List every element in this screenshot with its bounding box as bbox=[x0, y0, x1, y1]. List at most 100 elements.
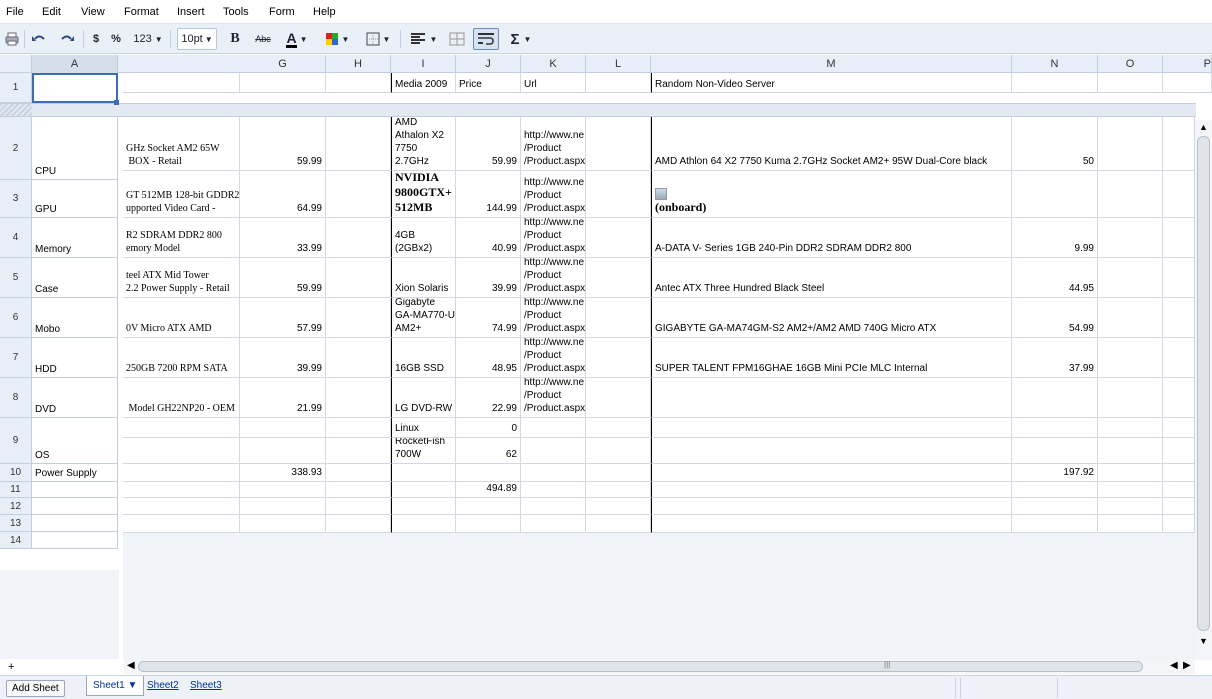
cell-l-row2[interactable] bbox=[586, 117, 651, 171]
functions-dropdown[interactable]: Σ ▼ bbox=[506, 28, 536, 50]
cell-p-row12[interactable] bbox=[1163, 482, 1195, 498]
row-header-6[interactable]: 6 bbox=[0, 298, 32, 338]
cell-m-row11[interactable] bbox=[651, 464, 1012, 482]
cell-f-row8[interactable]: Model GH22NP20 - OEM bbox=[123, 378, 240, 418]
cell-l-row5[interactable] bbox=[586, 258, 651, 298]
cell-o-row8[interactable] bbox=[1098, 378, 1163, 418]
cell-m-row12[interactable] bbox=[651, 482, 1012, 498]
cell-j-row11[interactable] bbox=[456, 464, 521, 482]
cell-o-row3[interactable] bbox=[1098, 171, 1163, 218]
redo-icon[interactable] bbox=[57, 28, 77, 50]
cell-j-row5[interactable]: 39.99 bbox=[456, 258, 521, 298]
menu-view[interactable]: View bbox=[81, 6, 105, 18]
column-header-n[interactable]: N bbox=[1012, 55, 1098, 73]
cell-k-row12[interactable] bbox=[521, 482, 586, 498]
cell-l-row11[interactable] bbox=[586, 464, 651, 482]
cell-g-row12[interactable] bbox=[240, 482, 326, 498]
column-header-k[interactable]: K bbox=[521, 55, 586, 73]
column-header-j[interactable]: J bbox=[456, 55, 521, 73]
cell-m-row13[interactable] bbox=[651, 498, 1012, 515]
cell-j-row12[interactable]: 494.89 bbox=[456, 482, 521, 498]
cell-l-row4[interactable] bbox=[586, 218, 651, 258]
cell-m-row2[interactable]: AMD Athlon 64 X2 7750 Kuma 2.7GHz Socket… bbox=[651, 117, 1012, 171]
cell-h-row7[interactable] bbox=[326, 338, 391, 378]
cell-n-row5[interactable]: 44.95 bbox=[1012, 258, 1098, 298]
row-header-13[interactable]: 13 bbox=[0, 515, 32, 532]
cell-k-row3[interactable]: http://www.ne /Product /Product.aspx bbox=[521, 171, 586, 218]
cell-n-row13[interactable] bbox=[1012, 498, 1098, 515]
cell-g-row14[interactable] bbox=[240, 515, 326, 533]
cell-p-row4[interactable] bbox=[1163, 218, 1195, 258]
scroll-left-icon[interactable]: ◀ bbox=[127, 660, 135, 671]
cell-i-row12[interactable] bbox=[391, 482, 456, 498]
cell-f-row13[interactable] bbox=[123, 498, 240, 515]
cell-k1[interactable]: Url bbox=[521, 73, 586, 93]
print-icon[interactable] bbox=[3, 28, 21, 50]
column-header-p[interactable]: P bbox=[1163, 55, 1212, 73]
cell-k-row11[interactable] bbox=[521, 464, 586, 482]
cell-f-row10[interactable] bbox=[123, 438, 240, 464]
cell-j-row9[interactable]: 0 bbox=[456, 418, 521, 438]
column-header-a[interactable]: A bbox=[32, 55, 118, 73]
cell-i-row13[interactable] bbox=[391, 498, 456, 515]
cell-h-row6[interactable] bbox=[326, 298, 391, 338]
cell-i1[interactable]: Media 2009 bbox=[391, 73, 456, 93]
cell-j-row8[interactable]: 22.99 bbox=[456, 378, 521, 418]
cell-a6[interactable]: Mobo bbox=[32, 298, 118, 338]
row-header-12[interactable]: 12 bbox=[0, 498, 32, 515]
cell-l-row14[interactable] bbox=[586, 515, 651, 533]
strikethrough-button[interactable]: Abc bbox=[252, 28, 274, 50]
cell-h-row14[interactable] bbox=[326, 515, 391, 533]
cell-p1[interactable] bbox=[1163, 73, 1212, 93]
cell-j-row6[interactable]: 74.99 bbox=[456, 298, 521, 338]
cell-f-row11[interactable] bbox=[123, 464, 240, 482]
column-header-l[interactable]: L bbox=[586, 55, 651, 73]
cell-f-row2[interactable]: GHz Socket AM2 65W BOX - Retail bbox=[123, 117, 240, 171]
cell-f-row9[interactable] bbox=[123, 418, 240, 438]
cell-p-row10[interactable] bbox=[1163, 438, 1195, 464]
cell-i-row2[interactable]: AMD Athalon X2 7750 2.7GHz bbox=[391, 117, 456, 171]
row-header-8[interactable]: 8 bbox=[0, 378, 32, 418]
row-header-4[interactable]: 4 bbox=[0, 218, 32, 258]
cell-h-row4[interactable] bbox=[326, 218, 391, 258]
cell-k-row14[interactable] bbox=[521, 515, 586, 533]
cell-g-row3[interactable]: 64.99 bbox=[240, 171, 326, 218]
cell-p-row3[interactable] bbox=[1163, 171, 1195, 218]
row-header-9[interactable]: 9 bbox=[0, 418, 32, 464]
cell-n-row10[interactable] bbox=[1012, 438, 1098, 464]
cell-o-row14[interactable] bbox=[1098, 515, 1163, 533]
number-format-dropdown[interactable]: 123 ▼ bbox=[131, 28, 165, 50]
add-row-button[interactable]: + bbox=[8, 661, 14, 673]
cell-g-row7[interactable]: 39.99 bbox=[240, 338, 326, 378]
cell-f-row5[interactable]: teel ATX Mid Tower 2.2 Power Supply - Re… bbox=[123, 258, 240, 298]
font-color-dropdown[interactable]: A ▼ bbox=[282, 28, 312, 50]
cell-p-row9[interactable] bbox=[1163, 418, 1195, 438]
cell-f-row12[interactable] bbox=[123, 482, 240, 498]
cell-l-row6[interactable] bbox=[586, 298, 651, 338]
column-header-o[interactable]: O bbox=[1098, 55, 1163, 73]
cell-f1[interactable] bbox=[123, 73, 240, 93]
cell-f-row4[interactable]: R2 SDRAM DDR2 800 emory Model bbox=[123, 218, 240, 258]
cell-g-row11[interactable]: 338.93 bbox=[240, 464, 326, 482]
cell-h-row10[interactable] bbox=[326, 438, 391, 464]
menu-edit[interactable]: Edit bbox=[42, 6, 61, 18]
cell-p-row7[interactable] bbox=[1163, 338, 1195, 378]
cell-h1[interactable] bbox=[326, 73, 391, 93]
cell-o-row5[interactable] bbox=[1098, 258, 1163, 298]
row-header-5[interactable]: 5 bbox=[0, 258, 32, 298]
cell-i-row6[interactable]: Gigabyte GA-MA770-U AM2+ bbox=[391, 298, 456, 338]
cell-h-row3[interactable] bbox=[326, 171, 391, 218]
cell-h-row13[interactable] bbox=[326, 498, 391, 515]
cell-a7[interactable]: HDD bbox=[32, 338, 118, 378]
cell-i-row10[interactable]: RocketFish 700W bbox=[391, 438, 456, 464]
row-header-10[interactable]: 10 bbox=[0, 464, 32, 482]
cell-j-row14[interactable] bbox=[456, 515, 521, 533]
cell-p-row2[interactable] bbox=[1163, 117, 1195, 171]
cell-k-row13[interactable] bbox=[521, 498, 586, 515]
menu-format[interactable]: Format bbox=[124, 6, 159, 18]
cell-i-row5[interactable]: Xion Solaris bbox=[391, 258, 456, 298]
cell-o-row7[interactable] bbox=[1098, 338, 1163, 378]
column-header-g[interactable]: G bbox=[240, 55, 326, 73]
cell-j-row2[interactable]: 59.99 bbox=[456, 117, 521, 171]
cell-f-row14[interactable] bbox=[123, 515, 240, 533]
